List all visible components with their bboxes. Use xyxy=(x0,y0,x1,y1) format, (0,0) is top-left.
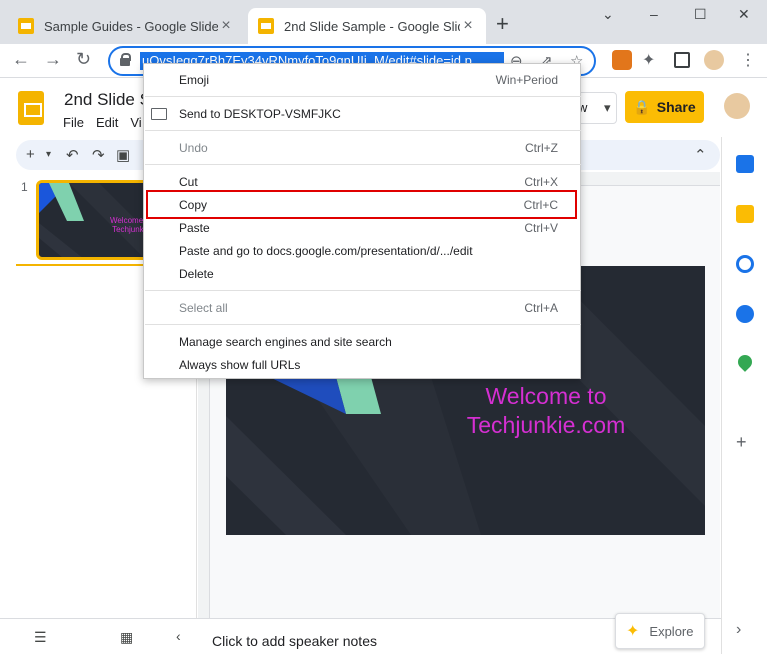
tab-title: 2nd Slide Sample - Google Slides xyxy=(284,18,460,34)
menu-separator xyxy=(145,324,581,325)
filmstrip-view-icon[interactable]: ☰ xyxy=(34,629,47,646)
print-icon[interactable]: ▣ xyxy=(116,146,130,164)
menu-item-label: Emoji xyxy=(179,73,210,87)
close-tab-icon[interactable]: × xyxy=(460,17,476,35)
avatar[interactable] xyxy=(724,93,750,119)
slide-title-line-2: Techjunkie.com xyxy=(466,412,626,438)
menu-item-copy[interactable]: Copy Ctrl+C xyxy=(144,194,582,216)
slide-title[interactable]: Welcome to Techjunkie.com xyxy=(426,382,666,440)
menu-edit[interactable]: Edit xyxy=(96,115,118,130)
computer-icon xyxy=(151,108,167,120)
menu-item-paste[interactable]: Paste Ctrl+V xyxy=(144,217,582,239)
chevron-right-icon[interactable]: › xyxy=(736,621,754,639)
menu-item-shortcut: Ctrl+Z xyxy=(525,141,558,155)
close-window-button[interactable]: ✕ xyxy=(738,6,750,23)
menu-item-paste-and-go[interactable]: Paste and go to docs.google.com/presenta… xyxy=(144,240,582,262)
slides-favicon-icon xyxy=(258,18,274,34)
menu-item-label: Cut xyxy=(179,175,198,189)
back-button[interactable]: ← xyxy=(12,49,30,70)
menu-item-shortcut: Ctrl+V xyxy=(524,221,558,235)
undo-icon[interactable]: ↶ xyxy=(66,146,79,164)
grid-view-icon[interactable]: ▦ xyxy=(120,629,133,646)
menu-item-shortcut: Ctrl+A xyxy=(524,301,558,315)
contacts-icon[interactable] xyxy=(736,305,754,323)
menu-item-undo[interactable]: Undo Ctrl+Z xyxy=(144,137,582,159)
redo-icon[interactable]: ↷ xyxy=(92,146,105,164)
side-panel-icon[interactable] xyxy=(674,52,690,68)
slide-number: 1 xyxy=(21,180,28,194)
menu-separator xyxy=(145,164,581,165)
menu-item-manage-search-engines[interactable]: Manage search engines and site search xyxy=(144,331,582,353)
menu-item-label: Send to DESKTOP-VSMFJKC xyxy=(179,107,341,121)
side-panel: + › xyxy=(721,137,767,654)
menu-item-label: Select all xyxy=(179,301,228,315)
close-tab-icon[interactable]: × xyxy=(218,17,234,35)
menu-item-label: Delete xyxy=(179,267,214,281)
menu-item-always-show-full-urls[interactable]: Always show full URLs xyxy=(144,354,582,376)
menu-item-shortcut: Ctrl+X xyxy=(524,175,558,189)
extensions-puzzle-icon[interactable]: ✦ xyxy=(642,50,662,70)
calendar-icon[interactable] xyxy=(736,155,754,173)
menu-item-label: Manage search engines and site search xyxy=(179,335,392,349)
menu-item-shortcut: Ctrl+C xyxy=(523,198,558,212)
context-menu: Emoji Win+Period Send to DESKTOP-VSMFJKC… xyxy=(143,63,581,379)
menu-item-shortcut: Win+Period xyxy=(495,73,558,87)
share-button[interactable]: 🔒 Share xyxy=(625,91,704,123)
forward-button[interactable]: → xyxy=(44,49,62,70)
slides-favicon-icon xyxy=(18,18,34,34)
browser-tab-strip: Sample Guides - Google Slides × 2nd Slid… xyxy=(0,0,767,44)
filmstrip-footer: ☰ ▦ ‹ xyxy=(0,618,198,654)
new-slide-icon[interactable]: + xyxy=(26,146,35,163)
profile-avatar-icon[interactable] xyxy=(704,50,724,70)
menu-separator xyxy=(145,130,581,131)
share-label: Share xyxy=(656,99,696,115)
collapse-toolbar-icon[interactable]: ⌃ xyxy=(694,146,707,164)
menu-item-label: Copy xyxy=(179,198,208,212)
minimize-button[interactable]: – xyxy=(650,6,658,22)
menu-item-cut[interactable]: Cut Ctrl+X xyxy=(144,171,582,193)
reload-button[interactable]: ↻ xyxy=(76,49,91,70)
lock-icon: 🔒 xyxy=(633,98,651,115)
tab-title: Sample Guides - Google Slides xyxy=(44,18,218,34)
menu-item-send-to-device[interactable]: Send to DESKTOP-VSMFJKC xyxy=(144,103,582,125)
explore-label: Explore xyxy=(649,623,694,639)
menu-separator xyxy=(145,290,581,291)
lock-icon[interactable] xyxy=(120,53,131,66)
menu-separator xyxy=(145,96,581,97)
tasks-icon[interactable] xyxy=(736,255,754,273)
metamask-extension-icon[interactable] xyxy=(612,50,632,70)
menu-item-label: Always show full URLs xyxy=(179,358,301,372)
explore-button[interactable]: ✦ Explore xyxy=(615,613,705,649)
menu-item-label: Paste and go to docs.google.com/presenta… xyxy=(179,244,473,258)
tab-2nd-slide-sample[interactable]: 2nd Slide Sample - Google Slides × xyxy=(248,8,486,44)
menu-bar: File Edit Vi xyxy=(63,115,142,130)
menu-view[interactable]: Vi xyxy=(130,115,141,130)
document-title[interactable]: 2nd Slide S xyxy=(64,90,151,110)
chevron-down-icon[interactable]: ⌄ xyxy=(602,6,614,23)
slide-title-line-1: Welcome to xyxy=(485,383,607,409)
maps-icon[interactable] xyxy=(735,352,755,372)
chevron-down-icon[interactable]: ▾ xyxy=(46,149,51,160)
menu-file[interactable]: File xyxy=(63,115,84,130)
add-icon[interactable]: + xyxy=(736,433,754,451)
more-options-icon[interactable]: ⋮ xyxy=(740,50,760,70)
explore-icon: ✦ xyxy=(626,623,640,640)
tab-sample-guides[interactable]: Sample Guides - Google Slides × xyxy=(8,8,244,44)
maximize-button[interactable]: ☐ xyxy=(694,6,707,23)
keep-icon[interactable] xyxy=(736,205,754,223)
menu-item-select-all[interactable]: Select all Ctrl+A xyxy=(144,297,582,319)
menu-item-delete[interactable]: Delete xyxy=(144,263,582,285)
slides-logo-icon[interactable] xyxy=(18,91,44,125)
menu-item-emoji[interactable]: Emoji Win+Period xyxy=(144,69,582,91)
new-tab-button[interactable]: + xyxy=(496,12,509,36)
dropdown-icon[interactable]: ▾ xyxy=(604,100,611,116)
menu-item-label: Undo xyxy=(179,141,208,155)
menu-item-label: Paste xyxy=(179,221,210,235)
speaker-notes-placeholder: Click to add speaker notes xyxy=(212,633,377,649)
chevron-left-icon[interactable]: ‹ xyxy=(176,628,181,644)
